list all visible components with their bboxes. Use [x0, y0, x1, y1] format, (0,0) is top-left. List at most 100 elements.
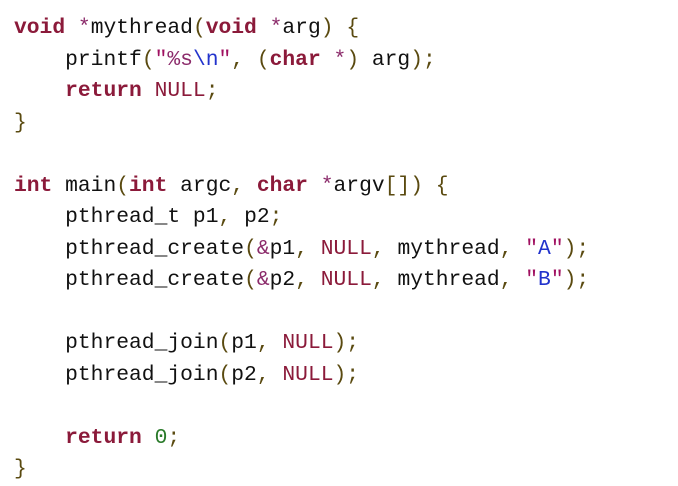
code-token-keyword: return — [65, 79, 142, 103]
code-token-punct: ( — [244, 268, 257, 292]
code-line: } — [14, 454, 589, 486]
code-token-punct: ) — [346, 47, 360, 72]
code-token-keyword: int — [14, 173, 53, 198]
code-token-plain: p2 — [269, 268, 296, 292]
code-token-plain: pthread_create — [65, 268, 245, 292]
code-token-operator: * — [320, 173, 334, 198]
code-token-escape: \n — [192, 47, 219, 72]
code-token-punct: ( — [141, 47, 155, 72]
code-token-plain: main — [65, 173, 117, 198]
code-token-number: 0 — [154, 425, 168, 450]
code-token-punct: ( — [116, 173, 130, 198]
code-token-punct: ( — [192, 16, 206, 40]
code-token-operator: %s — [167, 47, 193, 72]
code-line: pthread_join(p1, NULL); — [14, 328, 589, 360]
code-token-string: " — [550, 268, 564, 292]
code-token-string-content: A — [538, 236, 551, 261]
code-token-punct: } — [14, 457, 27, 481]
code-token-plain: mythread — [397, 236, 500, 261]
code-token-keyword: return — [65, 425, 142, 450]
code-token-plain: argc — [180, 173, 232, 198]
code-token-keyword: int — [129, 173, 168, 198]
code-token-punct: , — [295, 236, 321, 261]
code-token-string: " — [154, 47, 168, 72]
code-token-punct: ) — [320, 16, 334, 40]
code-token-punct: , — [256, 331, 283, 355]
code-token-plain: pthread_join — [65, 362, 219, 387]
code-token-punct: , — [499, 236, 526, 261]
code-token-plain: p2 — [244, 205, 270, 229]
code-token-punct: ( — [256, 47, 270, 72]
code-token-plain: p1 — [269, 236, 296, 261]
code-token-punct: , — [371, 236, 398, 261]
code-token-plain: mythread — [90, 16, 193, 40]
code-token-keyword: char — [256, 173, 308, 198]
code-line: return NULL; — [14, 76, 589, 108]
code-line: printf("%s\n", (char *) arg); — [14, 45, 589, 77]
code-token-punct: ( — [244, 236, 257, 261]
code-token-punct: ) — [410, 173, 423, 198]
code-line: pthread_join(p2, NULL); — [14, 360, 589, 392]
code-token-operator: & — [256, 268, 270, 292]
code-token-punct: , — [256, 362, 283, 387]
code-token-punct: , — [295, 268, 321, 292]
code-token-punct: , — [231, 47, 257, 72]
code-token-punct: ); — [410, 47, 436, 72]
code-line: void *mythread(void *arg) { — [14, 13, 589, 45]
code-token-string: " — [218, 47, 232, 72]
code-token-punct: ; — [205, 79, 219, 103]
code-line: pthread_create(&p2, NULL, mythread, "B")… — [14, 265, 589, 297]
code-token-punct: ); — [563, 236, 590, 261]
code-token-punct: ); — [333, 331, 360, 355]
code-token-punct: ; — [269, 205, 283, 229]
code-token-plain: argv — [333, 173, 385, 198]
code-token-keyword: void — [14, 16, 66, 40]
code-token-string: " — [550, 236, 564, 261]
code-token-keyword: void — [205, 16, 257, 40]
code-token-punct: , — [218, 205, 245, 229]
code-token-plain: pthread_join — [65, 331, 219, 355]
code-token-punct: [] — [384, 173, 411, 198]
code-line: } — [14, 108, 589, 140]
code-token-punct: { — [435, 173, 449, 198]
code-token-literal: NULL — [320, 236, 372, 261]
code-token-plain: p2 — [231, 362, 257, 387]
code-token-plain: printf — [65, 47, 142, 72]
code-token-operator: * — [269, 16, 283, 40]
code-token-plain: pthread_t p1 — [65, 205, 219, 229]
code-token-punct: ( — [218, 331, 232, 355]
code-token-punct: , — [231, 173, 257, 198]
code-token-plain: mythread — [397, 268, 500, 292]
code-token-punct: ; — [167, 425, 181, 450]
code-token-punct: , — [499, 268, 526, 292]
code-token-keyword: char — [269, 47, 321, 72]
code-token-plain: p1 — [231, 331, 257, 355]
code-token-string-content: B — [538, 268, 551, 292]
code-line: pthread_t p1, p2; — [14, 202, 589, 234]
code-token-literal: NULL — [282, 331, 334, 355]
code-line: int main(int argc, char *argv[]) { — [14, 171, 589, 203]
code-token-punct: , — [371, 268, 398, 292]
code-token-literal: NULL — [320, 268, 372, 292]
code-token-operator: & — [256, 236, 270, 261]
code-token-literal: NULL — [154, 79, 206, 103]
